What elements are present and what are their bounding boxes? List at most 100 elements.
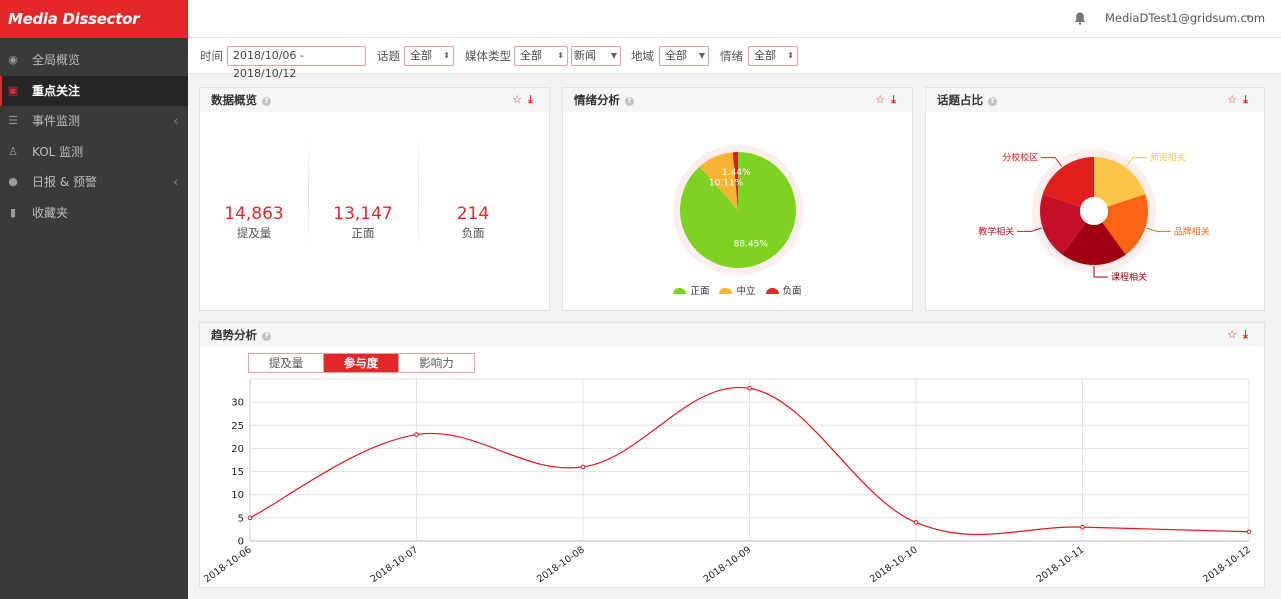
favorite-star-icon[interactable]: ☆ bbox=[1227, 93, 1243, 106]
data-point[interactable] bbox=[580, 464, 586, 470]
sentiment-panel: 情绪分析? ☆⤓ 88.45% 10.11% 1.44% 正面 中立 负面 bbox=[562, 87, 913, 311]
stat-positive: 13,147 正面 bbox=[309, 204, 417, 241]
legend-label: 负面 bbox=[782, 286, 802, 297]
notification-bell-icon[interactable] bbox=[1074, 12, 1086, 25]
sentiment-legend: 正面 中立 负面 bbox=[563, 283, 912, 297]
download-icon[interactable]: ⤓ bbox=[891, 93, 902, 106]
sidebar-item-2[interactable]: ☰ 事件监测 ‹ bbox=[0, 106, 188, 137]
updown-arrows-icon: ⬍ bbox=[443, 51, 450, 60]
x-tick-label: 2018-10-11 bbox=[1035, 544, 1087, 585]
bell-icon: ● bbox=[8, 175, 18, 188]
user-account[interactable]: MediaDTest1@gridsum.com bbox=[1105, 0, 1265, 36]
topics-panel-header: 话题占比? ☆⤓ bbox=[926, 88, 1264, 112]
legend-label: 中立 bbox=[736, 286, 756, 297]
overview-panel-header: 数据概览? ☆⤓ bbox=[200, 88, 549, 112]
y-tick-label: 25 bbox=[231, 421, 244, 432]
legend-item[interactable]: 中立 bbox=[719, 283, 756, 297]
rose-label: 品牌相关 bbox=[1174, 225, 1210, 237]
sentiment-title: 情绪分析 bbox=[574, 93, 620, 107]
stat-negative: 214 负面 bbox=[419, 204, 527, 241]
x-tick-label: 2018-10-09 bbox=[702, 544, 754, 585]
data-point[interactable] bbox=[747, 385, 752, 391]
help-icon[interactable]: ? bbox=[262, 332, 271, 341]
x-tick-label: 2018-10-10 bbox=[868, 544, 920, 585]
data-point[interactable] bbox=[1246, 529, 1252, 535]
stat-mentions: 14,863 提及量 bbox=[200, 204, 308, 241]
media-type-select[interactable]: 全部 ⬍ bbox=[514, 46, 568, 66]
chevron-down-icon: ▼ bbox=[698, 51, 705, 60]
y-tick-label: 20 bbox=[231, 444, 244, 455]
updown-arrows-icon: ⬍ bbox=[787, 51, 794, 60]
region-filter-label: 地域 bbox=[631, 49, 654, 63]
rose-label: 课程相关 bbox=[1111, 271, 1147, 283]
legend-label: 正面 bbox=[690, 286, 710, 297]
sidebar-item-4[interactable]: ● 日报 & 预警 ‹ bbox=[0, 167, 188, 198]
legend-swatch bbox=[765, 288, 779, 294]
sidebar-item-5[interactable]: ▮ 收藏夹 bbox=[0, 198, 188, 229]
data-point[interactable] bbox=[247, 515, 253, 521]
x-tick-label: 2018-10-12 bbox=[1201, 544, 1253, 585]
globe-icon: ◉ bbox=[8, 53, 18, 66]
region-select-value: 全部 bbox=[665, 49, 687, 62]
filter-bar: 时间 2018/10/06 - 2018/10/12 话题 全部 ⬍ 媒体类型 全… bbox=[188, 38, 1281, 80]
x-tick-label: 2018-10-06 bbox=[202, 544, 254, 585]
media-subtype-select-value: 新闻 bbox=[574, 49, 596, 62]
download-icon[interactable]: ⤓ bbox=[1243, 328, 1254, 341]
overview-title: 数据概览 bbox=[211, 93, 257, 107]
time-filter-label: 时间 bbox=[200, 49, 223, 63]
data-point[interactable] bbox=[414, 432, 419, 437]
help-icon[interactable]: ? bbox=[262, 97, 271, 106]
x-tick-label: 2018-10-07 bbox=[369, 544, 421, 585]
chevron-down-icon[interactable]: ▾ bbox=[1246, 0, 1251, 36]
stat-value: 14,863 bbox=[224, 204, 284, 224]
sidebar-item-1[interactable]: ▣ 重点关注 bbox=[0, 75, 188, 106]
brand-logo[interactable]: Media Dissector bbox=[0, 0, 188, 38]
sentiment-pie-chart: 88.45% 10.11%1.44% bbox=[673, 145, 803, 275]
topic-rose-chart: 师资相关品牌相关课程相关 教学相关 分校校区 bbox=[978, 149, 1210, 283]
trend-panel: 趋势分析? ☆⤓ 提及量 参与度 影响力 0 5 10 15 20 25 30 2018-10-0… bbox=[199, 322, 1265, 588]
rose-label: 师资相关 bbox=[1150, 152, 1186, 164]
user-icon: ♙ bbox=[8, 144, 18, 158]
rose-label: 分校校区 bbox=[1002, 152, 1038, 164]
stat-label: 负面 bbox=[461, 226, 485, 240]
sidebar-item-0[interactable]: ◉ 全局概览 bbox=[0, 45, 188, 76]
event-list-icon: ☰ bbox=[8, 114, 18, 127]
help-icon[interactable]: ? bbox=[988, 97, 997, 106]
help-icon[interactable]: ? bbox=[625, 97, 634, 106]
favorite-star-icon[interactable]: ☆ bbox=[512, 93, 528, 106]
rose-label: 教学相关 bbox=[978, 225, 1014, 237]
data-point[interactable] bbox=[913, 520, 919, 525]
favorite-star-icon[interactable]: ☆ bbox=[1227, 328, 1243, 341]
favorite-star-icon[interactable]: ☆ bbox=[875, 93, 891, 106]
stat-value: 13,147 bbox=[333, 204, 393, 224]
sidebar-item-label: KOL 监测 bbox=[32, 144, 84, 159]
y-tick-label: 10 bbox=[231, 490, 244, 501]
topics-panel: 话题占比? ☆⤓ 师资相关品牌相关课程相关 教学相关 分校校区 bbox=[925, 87, 1265, 311]
topic-select[interactable]: 全部 ⬍ bbox=[404, 46, 454, 66]
region-select[interactable]: 全部 ▼ bbox=[659, 46, 709, 66]
trend-line-chart: 0 5 10 15 20 25 30 2018-10-06 2018-10-07 2018-10-… bbox=[202, 378, 1253, 585]
sentiment-select-value: 全部 bbox=[754, 49, 776, 62]
legend-swatch bbox=[719, 288, 733, 294]
trend-panel-header: 趋势分析? ☆⤓ bbox=[200, 323, 1264, 347]
data-point[interactable] bbox=[1080, 524, 1085, 530]
media-subtype-select[interactable]: 新闻 ▼ bbox=[571, 46, 621, 66]
y-tick-label: 30 bbox=[231, 398, 244, 409]
sidebar-item-label: 事件监测 bbox=[32, 114, 81, 128]
sidebar-item-3[interactable]: ♙ KOL 监测 bbox=[0, 137, 188, 168]
pie-data-label: 1.44% bbox=[722, 168, 751, 178]
sidebar-item-label: 重点关注 bbox=[32, 83, 81, 98]
y-tick-label: 15 bbox=[231, 467, 244, 478]
download-icon[interactable]: ⤓ bbox=[1243, 93, 1254, 106]
date-range-input[interactable]: 2018/10/06 - 2018/10/12 bbox=[227, 46, 366, 80]
x-tick-label: 2018-10-08 bbox=[535, 544, 587, 585]
download-icon[interactable]: ⤓ bbox=[528, 93, 539, 106]
legend-item[interactable]: 正面 bbox=[673, 283, 709, 297]
sentiment-panel-header: 情绪分析? ☆⤓ bbox=[563, 88, 912, 112]
rose-center bbox=[1080, 197, 1108, 225]
legend-item[interactable]: 负面 bbox=[765, 283, 802, 297]
sidebar-item-label: 收藏夹 bbox=[32, 205, 69, 220]
legend-swatch bbox=[673, 288, 687, 294]
trend-title: 趋势分析 bbox=[211, 328, 257, 342]
sentiment-select[interactable]: 全部 ⬍ bbox=[748, 46, 798, 66]
